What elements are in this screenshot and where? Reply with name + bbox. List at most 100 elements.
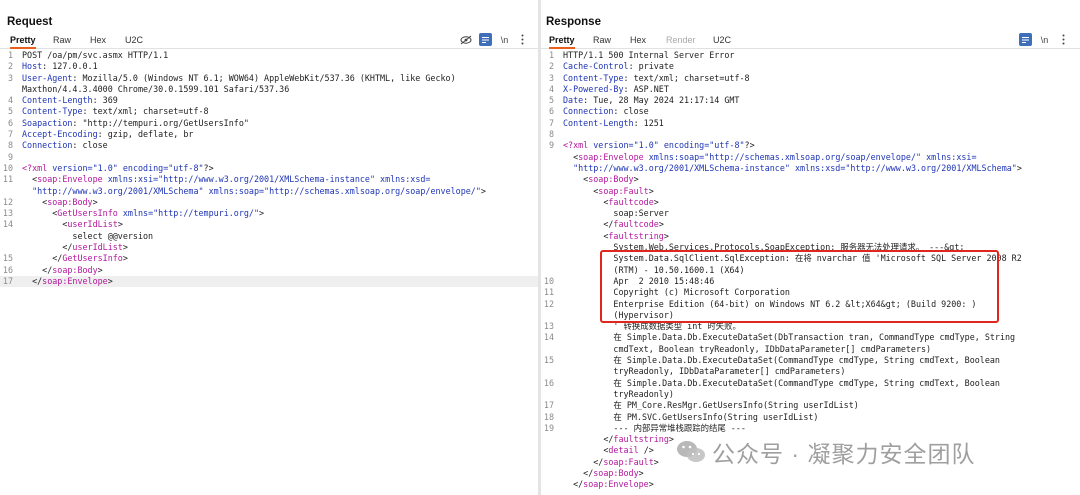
code-token: > [107,275,113,286]
code-token: soap:Body [588,174,634,185]
code-text: Connection: close [563,106,649,117]
code-line: 7 Content-Length: 1251 [541,118,1080,129]
line-number: 16 [2,264,13,275]
code-token: > [92,196,98,207]
code-token: > [648,185,654,196]
code-token: Date [563,95,584,106]
code-text: X-Powered-By: ASP.NET [563,84,669,95]
response-newline-toggle[interactable]: \n [1038,33,1051,46]
request-pretty-print-button[interactable] [479,33,492,46]
code-text: User-Agent: Mozilla/5.0 (Windows NT 6.1;… [22,73,456,84]
watermark-text: 公众号 · 凝聚力安全团队 [712,441,976,467]
code-token: : "http://tempuri.org/GetUsersInfo" [72,117,249,128]
code-token: < [563,230,609,241]
line-number: 10 [2,162,13,173]
code-token: GetUsersInfo [62,253,123,264]
code-text: Content-Length: 369 [22,95,118,106]
code-text: </faultcode> [563,219,664,230]
response-pretty-print-button[interactable] [1019,33,1032,46]
code-token: soap:Envelope [42,275,108,286]
code-line: <faultstring> [541,231,1080,242]
code-text: select @@version [22,231,153,242]
code-token: X-Powered-By [563,83,624,94]
code-text: Content-Length: 1251 [563,118,664,129]
response-menu-button[interactable] [1057,33,1070,46]
code-token: "http://www.w3.org/2001/XMLSchema" [845,162,1017,173]
line-number: 14 [2,219,13,230]
code-token: "utf-8" [709,140,745,151]
code-line: 9 [0,152,538,163]
line-number: 10 [543,275,554,286]
line-number: 12 [543,298,554,309]
code-line: 5 Date: Tue, 28 May 2024 21:17:14 GMT [541,95,1080,106]
code-text: 在 PM.SVC.GetUsersInfo(String userIdList) [563,412,818,423]
response-panel: Response Pretty Raw Hex Render U2C \n 1H… [541,0,1080,495]
code-token: cmdText, Boolean tryReadonly, IDbDataPar… [563,343,932,354]
wrap-lines-icon [482,36,489,43]
code-token: : gzip, deflate, br [97,129,194,140]
highlight-box [600,250,999,324]
line-number: 1 [548,50,554,60]
code-line: 4 X-Powered-By: ASP.NET [541,84,1080,95]
hide-nonprintable-button[interactable] [459,33,472,46]
code-line: 1 HTTP/1.1 500 Internal Server Error [541,50,1080,61]
code-token: "1.0" [633,140,659,151]
line-number: 14 [543,332,554,343]
code-text: tryReadonly, IDbDataParameter[] cmdParam… [563,366,845,377]
code-token: soap:Body [593,467,639,478]
code-token: : 1251 [633,117,664,128]
code-token: xmlns:xsi= [102,174,159,185]
code-text: POST /oa/pm/svc.asmx HTTP/1.1 [22,50,168,61]
code-token: xmlns:xsi= [921,151,977,162]
request-panel: Request Pretty Raw Hex U2C \n 1 POST /oa/… [0,0,538,495]
code-token: < [563,196,609,207]
request-newline-toggle[interactable]: \n [498,33,511,46]
response-tab-u2c[interactable]: U2C [713,34,731,47]
request-editor[interactable]: 1 POST /oa/pm/svc.asmx HTTP/1.1 2 Host: 127… [0,50,538,288]
code-token: < [22,219,68,230]
code-token: faultstring [608,230,664,241]
watermark: 公众号 · 凝聚力安全团队 [676,438,976,467]
code-token: version= [52,162,93,173]
code-token: ?> [203,162,214,173]
code-token: Content-Length [22,95,93,106]
request-menu-button[interactable] [516,33,529,46]
code-token: Content-Type [22,106,83,117]
code-line: 2 Host: 127.0.0.1 [0,61,538,72]
code-text: <GetUsersInfo xmlns="http://tempuri.org/… [22,208,264,219]
request-tab-u2c[interactable]: U2C [125,34,143,47]
code-line: 18 在 PM.SVC.GetUsersInfo(String userIdLi… [541,412,1080,423]
response-tab-pretty[interactable]: Pretty [549,34,575,49]
code-token: /> [638,445,654,456]
code-token: soap:Envelope [583,479,649,490]
line-number: 4 [548,83,554,94]
code-token: Accept-Encoding [22,129,98,140]
line-number: 17 [2,275,13,286]
code-text: </soap:Envelope> [22,276,113,287]
code-text: <soap:Envelope xmlns:soap="http://schema… [563,151,977,163]
code-token: : Tue, 28 May 2024 21:17:14 GMT [583,95,740,106]
request-tab-pretty[interactable]: Pretty [10,34,36,49]
code-text: <detail /> [563,445,654,456]
response-tab-render[interactable]: Render [666,34,696,47]
code-token: < [22,174,38,185]
code-line: "http://www.w3.org/2001/XMLSchema-instan… [541,163,1080,174]
code-text: "http://www.w3.org/2001/XMLSchema-instan… [563,163,1022,174]
response-tab-raw[interactable]: Raw [593,34,611,47]
request-tab-raw[interactable]: Raw [53,34,71,47]
code-line: 7 Accept-Encoding: gzip, deflate, br [0,129,538,140]
code-line: "http://www.w3.org/2001/XMLSchema" xmlns… [0,186,538,197]
code-token: Connection [22,140,73,151]
line-number: 4 [7,95,13,106]
code-token: soap:Body [52,264,98,275]
code-text: HTTP/1.1 500 Internal Server Error [563,50,734,61]
code-text: </soap:Fault> [563,457,659,468]
request-tab-hex[interactable]: Hex [90,34,106,47]
request-tabs: Pretty Raw Hex U2C [0,34,538,49]
code-text: </faultstring> [563,434,674,445]
line-number: 11 [543,287,554,298]
code-token: soap:Server [563,208,669,219]
code-token: "utf-8" [168,162,204,173]
code-token: 在 Simple.Data.Db.ExecuteDataSet(DbTransa… [563,332,1016,343]
response-tab-hex[interactable]: Hex [630,34,646,47]
